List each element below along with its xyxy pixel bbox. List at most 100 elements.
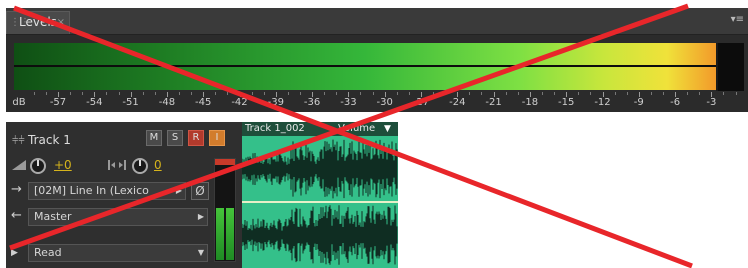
clip-header[interactable]: Track 1_002 Volume ▼ xyxy=(242,122,398,136)
db-scale-label: -36 xyxy=(303,97,321,108)
input-monitor-button[interactable]: I xyxy=(209,130,225,146)
db-scale-minor-tick xyxy=(70,92,71,95)
db-scale-minor-tick xyxy=(119,92,120,95)
db-scale-label: -54 xyxy=(86,97,103,108)
db-scale-label: -33 xyxy=(340,97,357,108)
db-scale-label: -27 xyxy=(412,97,430,108)
track-grip-icon[interactable]: ⫩⫩ xyxy=(12,134,25,148)
db-scale-minor-tick xyxy=(554,92,555,95)
db-scale-minor-tick xyxy=(336,92,337,95)
panel-menu-icon[interactable]: ▾≡ xyxy=(731,14,744,25)
db-scale-label: -42 xyxy=(231,97,248,108)
track-header: ⫩⫩ Track 1 M S R I +0 0 → [02M] Line In … xyxy=(6,122,242,268)
phase-invert-button[interactable]: Ø xyxy=(191,182,209,200)
db-scale-minor-tick xyxy=(627,92,628,95)
clip-menu-icon[interactable]: ▼ xyxy=(384,122,391,136)
db-scale-minor-tick xyxy=(663,92,664,95)
db-scale-minor-tick xyxy=(590,92,591,95)
meter-unfilled-area xyxy=(718,43,744,91)
chevron-down-icon: ▼ xyxy=(197,248,204,257)
db-scale-minor-tick xyxy=(736,92,737,95)
waveform xyxy=(242,139,398,265)
tab-levels-label: Levels xyxy=(19,15,57,29)
track-meter-clip-indicator[interactable] xyxy=(215,159,235,165)
db-scale-label: -12 xyxy=(594,97,611,108)
db-scale-minor-tick xyxy=(143,92,144,95)
db-scale-label: -15 xyxy=(558,97,575,108)
volume-value[interactable]: +0 xyxy=(54,158,72,172)
db-scale-minor-tick xyxy=(324,92,325,95)
chevron-right-icon: ▶ xyxy=(197,212,204,221)
volume-ramp-icon xyxy=(12,160,26,173)
db-scale-label: -48 xyxy=(158,97,176,108)
tab-close-icon[interactable]: × xyxy=(57,12,65,33)
db-scale-minor-tick xyxy=(191,92,192,95)
db-scale-minor-tick xyxy=(506,92,507,95)
db-scale-label: -3 xyxy=(706,97,717,108)
db-scale-unit: dB xyxy=(12,97,26,108)
db-scale-minor-tick xyxy=(723,92,724,95)
expand-automation-icon[interactable]: ▶ xyxy=(11,248,18,258)
db-scale-minor-tick xyxy=(46,92,47,95)
output-select[interactable]: Master ▶ xyxy=(28,208,208,226)
solo-button[interactable]: S xyxy=(167,130,183,146)
db-scale-minor-tick xyxy=(651,92,652,95)
db-scale-label: -39 xyxy=(267,97,284,108)
db-scale-label: -30 xyxy=(376,97,393,108)
db-scale-minor-tick xyxy=(433,92,434,95)
db-scale-label: -18 xyxy=(521,97,539,108)
record-arm-button[interactable]: R xyxy=(188,130,204,146)
db-scale-minor-tick xyxy=(155,92,156,95)
db-scale-minor-tick xyxy=(615,92,616,95)
pan-icon xyxy=(108,160,126,173)
db-scale-minor-tick xyxy=(469,92,470,95)
db-scale-label: -57 xyxy=(49,97,67,108)
db-scale-label: -45 xyxy=(195,97,212,108)
level-meter-right-channel xyxy=(14,67,716,90)
mute-button[interactable]: M xyxy=(146,130,162,146)
db-scale-minor-tick xyxy=(360,92,361,95)
input-arrow-icon: → xyxy=(11,182,22,197)
automation-mode-select[interactable]: Read ▼ xyxy=(28,244,208,262)
db-scale-minor-tick xyxy=(373,92,374,95)
db-scale: dB -57 -54 -51 -48 -45 -42 -39 -36 -33 -30 -27 -24 -… xyxy=(6,92,748,112)
input-select[interactable]: [02M] Line In (Lexico ▶ xyxy=(28,182,186,200)
input-select-value: [02M] Line In (Lexico xyxy=(34,184,149,197)
db-scale-minor-tick xyxy=(252,92,253,95)
audio-clip[interactable]: Track 1_002 Volume ▼ xyxy=(242,122,398,268)
pan-knob[interactable] xyxy=(132,158,148,174)
db-scale-minor-tick xyxy=(300,92,301,95)
db-scale-minor-tick xyxy=(687,92,688,95)
track-name[interactable]: Track 1 xyxy=(28,133,71,147)
db-scale-minor-tick xyxy=(578,92,579,95)
db-scale-minor-tick xyxy=(288,92,289,95)
db-scale-minor-tick xyxy=(542,92,543,95)
db-scale-minor-tick xyxy=(699,92,700,95)
db-scale-minor-tick xyxy=(82,92,83,95)
track-meter-right-fill xyxy=(226,208,234,260)
panel-tab-bar: ⋮⋮ Levels × ▾≡ xyxy=(6,8,748,35)
chevron-right-icon: ▶ xyxy=(175,186,182,195)
db-scale-minor-tick xyxy=(227,92,228,95)
db-scale-label: -51 xyxy=(122,97,139,108)
db-scale-minor-tick xyxy=(445,92,446,95)
tab-levels[interactable]: ⋮⋮ Levels × xyxy=(6,11,70,34)
db-scale-minor-tick xyxy=(481,92,482,95)
db-scale-minor-tick xyxy=(179,92,180,95)
db-scale-minor-tick xyxy=(397,92,398,95)
output-select-value: Master xyxy=(34,210,72,223)
db-scale-label: -21 xyxy=(485,97,502,108)
volume-knob[interactable] xyxy=(30,158,46,174)
clip-envelope-label[interactable]: Volume xyxy=(338,122,375,136)
db-scale-minor-tick xyxy=(215,92,216,95)
db-scale-minor-tick xyxy=(34,92,35,95)
db-scale-minor-tick xyxy=(518,92,519,95)
clip-name: Track 1_002 xyxy=(245,123,305,134)
db-scale-label: -9 xyxy=(633,97,644,108)
db-scale-minor-tick xyxy=(409,92,410,95)
db-scale-minor-tick xyxy=(264,92,265,95)
pan-value[interactable]: 0 xyxy=(154,158,162,172)
db-scale-label: -6 xyxy=(670,97,681,108)
db-scale-minor-tick xyxy=(106,92,107,95)
db-scale-label: -24 xyxy=(449,97,466,108)
